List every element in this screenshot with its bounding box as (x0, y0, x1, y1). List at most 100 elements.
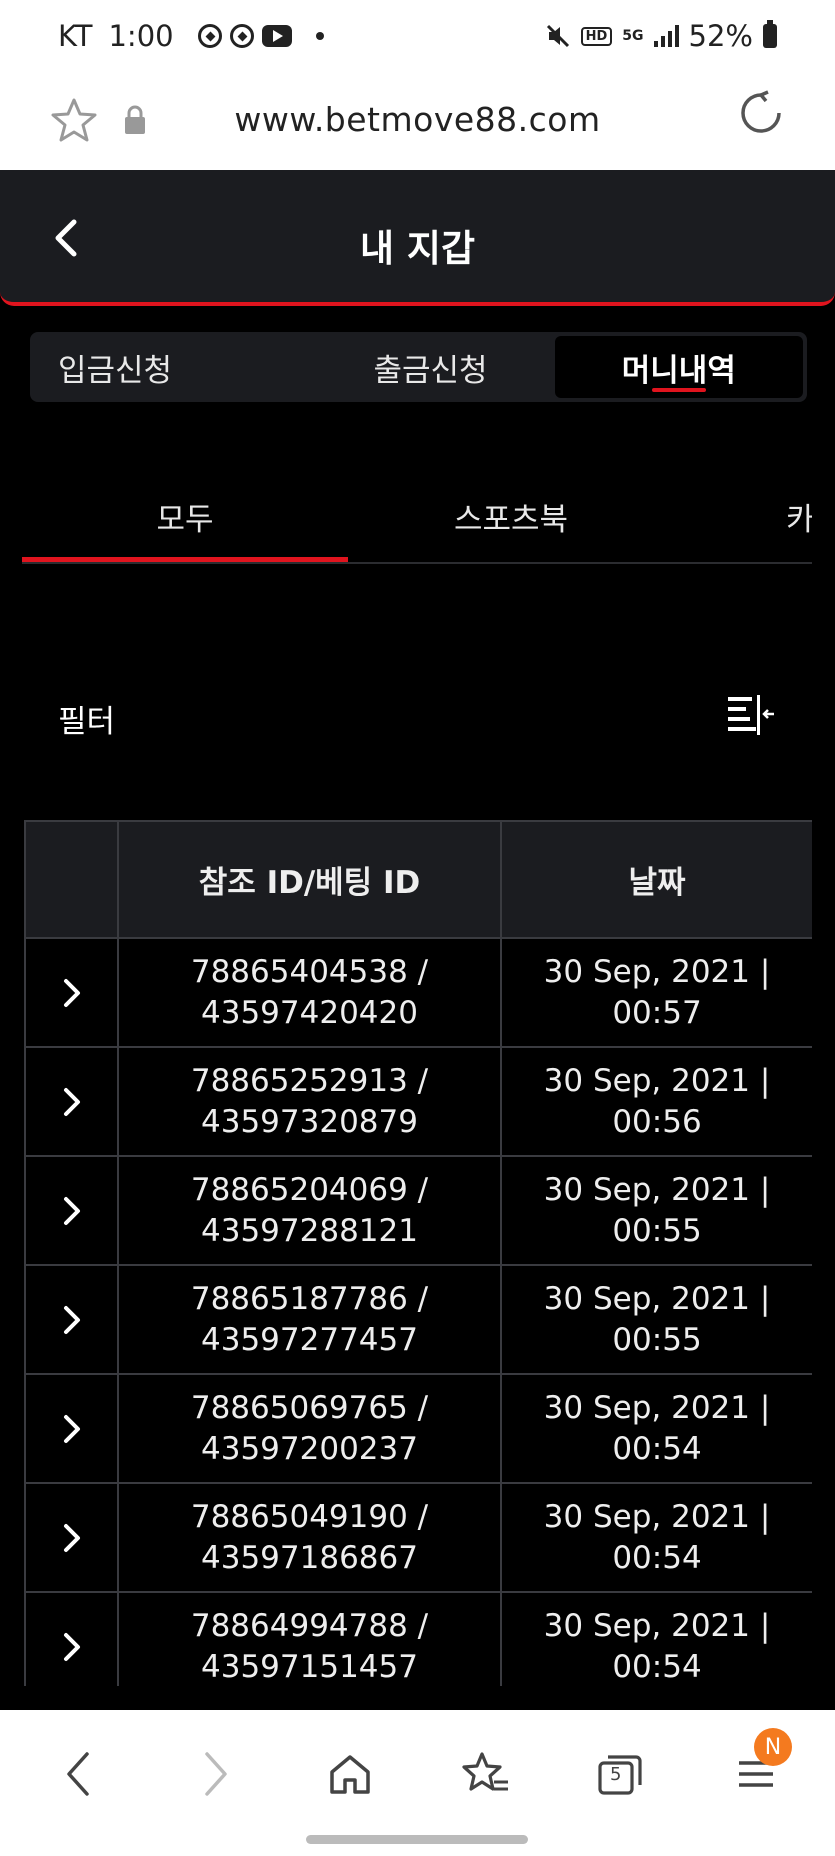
table-header-row: 참조 ID/베팅 ID 날짜 (24, 820, 812, 939)
bet-id: 43597186867 (201, 1539, 418, 1576)
date: 30 Sep, 2021 | (543, 1171, 771, 1208)
date-cell: 30 Sep, 2021 | 00:56 (500, 1046, 812, 1157)
ref-bet-id-cell: 78865252913 / 43597320879 (117, 1046, 502, 1157)
bookmarks-star-icon (462, 1752, 508, 1791)
date: 30 Sep, 2021 | (543, 953, 771, 990)
subtab-all-label: 모두 (156, 501, 214, 538)
table-row[interactable]: 78865049190 / 43597186867 30 Sep, 2021 | 0… (24, 1482, 812, 1593)
time: 00:55 (612, 1212, 702, 1249)
ref-id: 78865204069 / (190, 1171, 429, 1208)
date-cell: 30 Sep, 2021 | 00:54 (500, 1591, 812, 1686)
ref-bet-id-cell: 78865404538 / 43597420420 (117, 937, 502, 1048)
ref-id: 78865069765 / (190, 1389, 429, 1426)
table-row[interactable]: 78865069765 / 43597200237 30 Sep, 2021 | 0… (24, 1373, 812, 1484)
table-row[interactable]: 78865252913 / 43597320879 30 Sep, 2021 | 0… (24, 1046, 812, 1157)
expand-cell[interactable] (24, 1264, 119, 1375)
header-ref-bet-id: 참조 ID/베팅 ID (117, 820, 502, 939)
carrier-label: KT (58, 19, 93, 53)
expand-cell[interactable] (24, 1591, 119, 1686)
clock: 1:00 (108, 19, 174, 53)
soccer-ball-icon (229, 24, 254, 48)
gesture-home-indicator[interactable] (306, 1835, 528, 1844)
notification-badge: N (754, 1728, 792, 1766)
expand-cell[interactable] (24, 1155, 119, 1266)
hd-voice-icon: HD (580, 26, 613, 46)
bet-id: 43597420420 (201, 994, 418, 1031)
notification-dot-icon (315, 32, 324, 40)
chevron-right-icon (63, 1305, 80, 1334)
expand-cell[interactable] (24, 1482, 119, 1593)
tab-count: 5 (610, 1764, 622, 1785)
browser-url-bar: www.betmove88.com (0, 72, 835, 170)
chevron-right-icon (63, 1632, 80, 1661)
browser-bookmarks-button[interactable] (456, 1744, 516, 1804)
home-icon (330, 1755, 370, 1794)
table-row[interactable]: 78865187786 / 43597277457 30 Sep, 2021 | 0… (24, 1264, 812, 1375)
tab-deposit-label: 입금신청 (58, 352, 173, 389)
status-bar: KT 1:00 HD 5G 52% (0, 0, 835, 72)
bet-id: 43597277457 (201, 1321, 418, 1358)
ref-id: 78865252913 / (190, 1062, 429, 1099)
date-cell: 30 Sep, 2021 | 00:55 (500, 1264, 812, 1375)
filter-toggle-icon[interactable] (726, 693, 776, 737)
date: 30 Sep, 2021 | (543, 1607, 771, 1644)
money-history-table: 참조 ID/베팅 ID 날짜 78865404538 / 43597420420 … (24, 820, 812, 1686)
ref-bet-id-cell: 78864994788 / 43597151457 (117, 1591, 502, 1686)
subtab-sportsbook[interactable]: 스포츠북 (348, 470, 674, 562)
table-row[interactable]: 78865404538 / 43597420420 30 Sep, 2021 | 0… (24, 937, 812, 1048)
ref-bet-id-cell: 78865204069 / 43597288121 (117, 1155, 502, 1266)
bet-id: 43597200237 (201, 1430, 418, 1467)
network-type-icon: 5G (622, 28, 644, 44)
date: 30 Sep, 2021 | (543, 1498, 771, 1535)
table-row[interactable]: 78865204069 / 43597288121 30 Sep, 2021 | 0… (24, 1155, 812, 1266)
date: 30 Sep, 2021 | (543, 1280, 771, 1317)
time: 00:56 (612, 1103, 702, 1140)
url-text[interactable]: www.betmove88.com (0, 100, 835, 139)
chevron-right-icon (63, 1523, 80, 1552)
browser-home-button[interactable] (320, 1744, 380, 1804)
chevron-right-icon (63, 1087, 80, 1116)
tab-withdraw[interactable]: 출금신청 (306, 336, 554, 398)
tab-deposit[interactable]: 입금신청 (34, 336, 306, 398)
signal-icon (653, 25, 679, 47)
ref-bet-id-cell: 78865069765 / 43597200237 (117, 1373, 502, 1484)
subtab-next-label: 카 (786, 501, 812, 538)
header-expand (24, 820, 119, 939)
active-tab-indicator (651, 388, 706, 392)
expand-cell[interactable] (24, 937, 119, 1048)
reload-icon[interactable] (738, 90, 784, 136)
chevron-right-icon (63, 1196, 80, 1225)
category-tabs: 모두 스포츠북 카 (22, 470, 812, 564)
browser-back-button[interactable] (48, 1744, 108, 1804)
ref-bet-id-cell: 78865049190 / 43597186867 (117, 1482, 502, 1593)
subtab-next[interactable]: 카 (786, 470, 812, 562)
subtab-all[interactable]: 모두 (22, 470, 348, 562)
active-subtab-indicator (22, 557, 348, 562)
date-cell: 30 Sep, 2021 | 00:54 (500, 1373, 812, 1484)
tab-withdraw-label: 출금신청 (373, 352, 488, 389)
mute-icon (546, 24, 569, 48)
subtab-sportsbook-label: 스포츠북 (453, 501, 569, 538)
youtube-icon (261, 25, 292, 47)
ref-id: 78865404538 / (190, 953, 429, 990)
time: 00:54 (612, 1539, 702, 1576)
date: 30 Sep, 2021 | (543, 1062, 771, 1099)
ref-bet-id-cell: 78865187786 / 43597277457 (117, 1264, 502, 1375)
date-cell: 30 Sep, 2021 | 00:55 (500, 1155, 812, 1266)
ref-id: 78864994788 / (190, 1607, 429, 1644)
bet-id: 43597320879 (201, 1103, 418, 1140)
back-icon (67, 1752, 89, 1796)
soccer-ball-icon (197, 24, 222, 48)
expand-cell[interactable] (24, 1373, 119, 1484)
filter-label: 필터 (58, 704, 116, 740)
bet-id: 43597151457 (201, 1648, 418, 1685)
date: 30 Sep, 2021 | (543, 1389, 771, 1426)
page-title: 내 지갑 (359, 227, 475, 270)
time: 00:57 (612, 994, 702, 1031)
browser-forward-button[interactable] (186, 1744, 246, 1804)
expand-cell[interactable] (24, 1046, 119, 1157)
date-cell: 30 Sep, 2021 | 00:57 (500, 937, 812, 1048)
table-row[interactable]: 78864994788 / 43597151457 30 Sep, 2021 | 0… (24, 1591, 812, 1686)
tab-money-history[interactable]: 머니내역 (554, 336, 803, 398)
browser-tabs-button[interactable]: 5 (590, 1744, 650, 1804)
